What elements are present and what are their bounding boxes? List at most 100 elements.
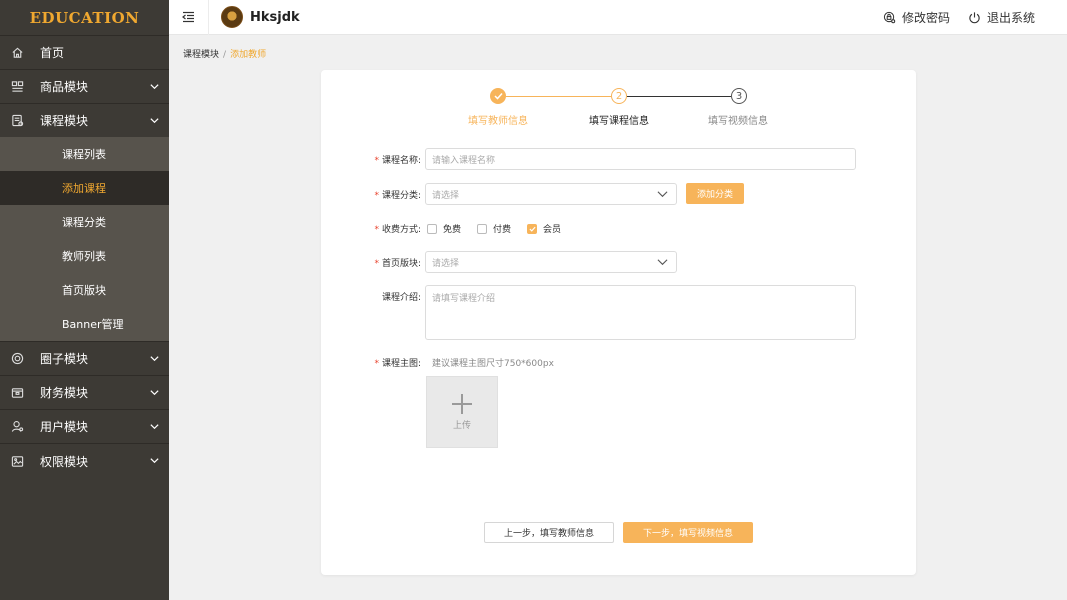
check-icon (528, 226, 536, 232)
sidebar-item-label: 用户模块 (40, 420, 89, 434)
required-mark: * (374, 191, 379, 201)
sidebar-item-label: 课程模块 (40, 114, 89, 128)
submenu-banner[interactable]: Banner管理 (0, 307, 169, 341)
sidebar-item-finance[interactable]: 财务模块 (0, 375, 169, 409)
required-mark: * (374, 259, 379, 269)
submenu-course-list[interactable]: 课程列表 (0, 137, 169, 171)
intro-label: 课程介绍: (321, 290, 421, 303)
sidebar-item-label: 权限模块 (40, 455, 89, 469)
menu-collapse-icon (182, 11, 194, 23)
finance-icon (11, 386, 24, 399)
sidebar-item-home[interactable]: 首页 (0, 35, 169, 69)
required-mark: * (374, 156, 379, 166)
step-connector-2 (627, 96, 731, 97)
home-section-label-text: 首页版块: (381, 259, 421, 269)
change-password-label: 修改密码 (901, 11, 950, 25)
intro-textarea[interactable]: 请填写课程介绍 (425, 285, 856, 340)
step-1-circle (490, 88, 506, 104)
chevron-down-icon (150, 84, 159, 90)
checkbox[interactable] (427, 223, 437, 234)
prev-step-button[interactable]: 上一步，填写教师信息 (484, 522, 614, 543)
payment-option-member[interactable]: 会员 (527, 222, 561, 235)
home-section-select[interactable]: 请选择 (425, 251, 677, 273)
chevron-down-icon (657, 191, 668, 198)
course-category-select[interactable]: 请选择 (425, 183, 677, 205)
steps-progress: 2 3 填写教师信息 填写课程信息 填写视频信息 (321, 88, 916, 128)
payment-option-paid[interactable]: 付费 (477, 222, 511, 235)
home-section-label: * 首页版块: (321, 256, 421, 269)
change-password-button[interactable]: 修改密码 (883, 9, 950, 26)
logout-button[interactable]: 退出系统 (968, 9, 1035, 26)
intro-placeholder: 请填写课程介绍 (432, 294, 496, 304)
payment-label: * 收费方式: (321, 222, 421, 235)
chevron-down-icon (657, 259, 668, 266)
power-icon (969, 12, 980, 24)
payment-option-label: 免费 (443, 225, 462, 235)
payment-option-label: 付费 (493, 225, 512, 235)
upload-label: 上传 (452, 420, 471, 431)
sidebar-item-label: 首页 (40, 46, 65, 60)
submenu-course-category[interactable]: 课程分类 (0, 205, 169, 239)
step-2-number: 2 (615, 90, 623, 102)
cover-hint: 建议课程主图尺寸750*600px (432, 359, 554, 369)
course-icon (11, 114, 24, 127)
avatar[interactable] (221, 6, 243, 28)
check-icon (493, 92, 503, 100)
breadcrumb-separator: / (223, 50, 227, 60)
step-3-circle: 3 (731, 88, 747, 104)
breadcrumb-current: 添加教师 (230, 50, 267, 60)
step-2-label: 填写课程信息 (589, 116, 649, 127)
course-name-label: * 课程名称: (321, 153, 421, 166)
sidebar-toggle-button[interactable] (169, 0, 209, 35)
user-icon (11, 420, 24, 433)
home-icon (11, 46, 24, 59)
chevron-down-icon (150, 424, 159, 430)
submenu-home-section[interactable]: 首页版块 (0, 273, 169, 307)
sidebar-item-permissions[interactable]: 权限模块 (0, 443, 169, 479)
payment-label-text: 收费方式: (381, 225, 421, 235)
username: Hksjdk (250, 9, 300, 25)
chevron-down-icon (150, 118, 159, 124)
sidebar: EDUCATION 首页 商品模块 课程模块 课程列表 添加课程 课程分类 教师… (0, 0, 169, 600)
submenu-teacher-list[interactable]: 教师列表 (0, 239, 169, 273)
course-category-label: * 课程分类: (321, 188, 421, 201)
add-category-button[interactable]: 添加分类 (686, 183, 744, 204)
cover-upload-button[interactable]: 上传 (426, 376, 498, 448)
cover-label: * 课程主图: (321, 356, 421, 369)
course-name-placeholder: 请输入课程名称 (432, 155, 496, 166)
sidebar-item-users[interactable]: 用户模块 (0, 409, 169, 443)
course-category-label-text: 课程分类: (381, 191, 421, 201)
circle-icon (11, 352, 24, 365)
form-card: 2 3 填写教师信息 填写课程信息 填写视频信息 * 课程名称: 请输入课程名称 … (321, 70, 916, 575)
checkbox-checked[interactable] (527, 223, 538, 234)
step-3-number: 3 (735, 90, 743, 102)
step-3-label: 填写视频信息 (708, 116, 768, 127)
chevron-down-icon (150, 458, 159, 464)
chevron-down-icon (150, 356, 159, 362)
sidebar-item-products[interactable]: 商品模块 (0, 69, 169, 103)
course-submenu: 课程列表 添加课程 课程分类 教师列表 首页版块 Banner管理 (0, 137, 169, 341)
sidebar-item-circles[interactable]: 圈子模块 (0, 341, 169, 375)
image-icon (11, 455, 24, 468)
required-mark: * (374, 359, 379, 369)
checkbox[interactable] (477, 223, 488, 234)
step-connector-1 (506, 96, 611, 97)
top-header: Hksjdk 修改密码 退出系统 (169, 0, 1067, 35)
grid-icon (11, 80, 24, 93)
next-step-button[interactable]: 下一步，填写视频信息 (623, 522, 753, 543)
course-name-input[interactable]: 请输入课程名称 (425, 148, 856, 170)
submenu-add-course[interactable]: 添加课程 (0, 171, 169, 205)
breadcrumb: 课程模块 / 添加教师 (183, 47, 266, 60)
logout-label: 退出系统 (986, 11, 1035, 25)
required-mark: * (374, 225, 379, 235)
lock-icon (883, 11, 896, 24)
chevron-down-icon (150, 390, 159, 396)
sidebar-item-label: 圈子模块 (40, 352, 89, 366)
sidebar-item-label: 财务模块 (40, 386, 89, 400)
payment-option-free[interactable]: 免费 (427, 222, 461, 235)
sidebar-item-courses[interactable]: 课程模块 (0, 103, 169, 137)
course-name-label-text: 课程名称: (381, 156, 421, 166)
breadcrumb-parent[interactable]: 课程模块 (183, 50, 219, 60)
payment-option-label: 会员 (543, 225, 562, 235)
step-1-label: 填写教师信息 (468, 116, 528, 127)
